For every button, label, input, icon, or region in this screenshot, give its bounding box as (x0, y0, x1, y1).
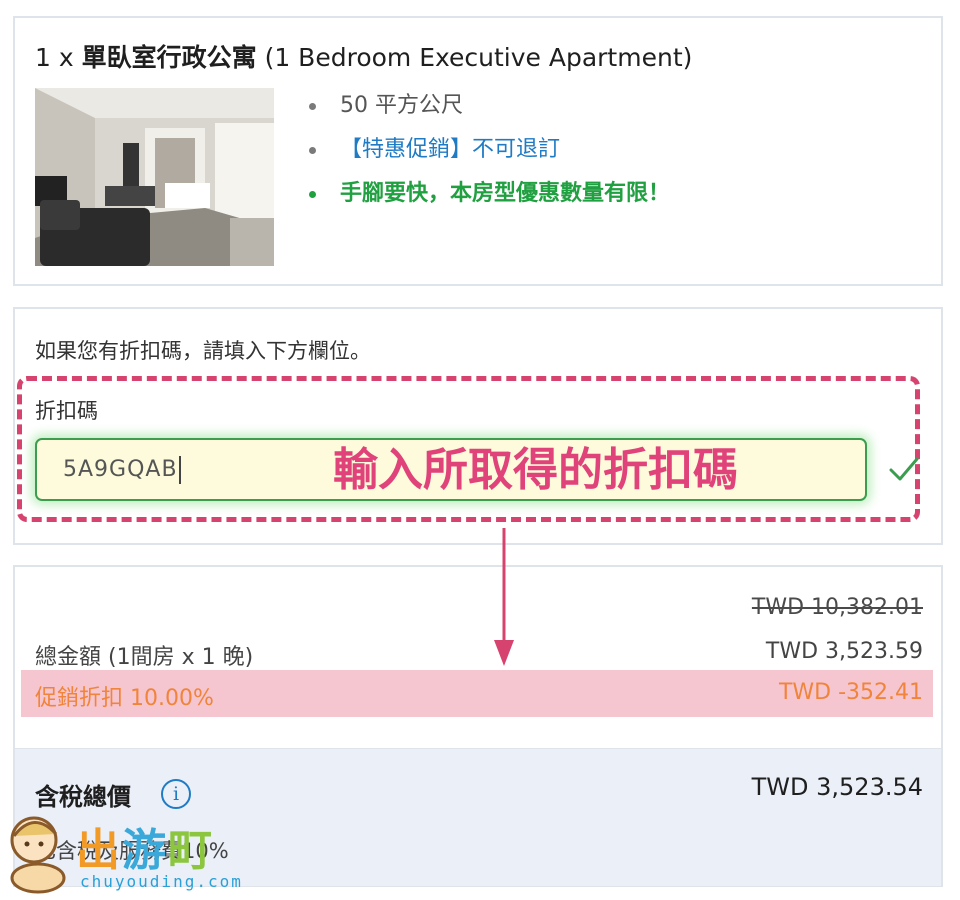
total-label: 總金額 (1間房 x 1 晚) (35, 645, 254, 670)
original-price: TWD 10,382.01 (751, 595, 923, 620)
room-title: 1 x 單臥室行政公寓 (1 Bedroom Executive Apartme… (35, 38, 692, 74)
room-name-zh: 單臥室行政公寓 (81, 43, 257, 72)
feature-urgent: 手腳要快，本房型優惠數量有限！ (305, 176, 670, 220)
total-value: TWD 3,523.59 (765, 639, 923, 664)
grand-total-label: 含稅總價 (35, 783, 131, 811)
room-features: 50 平方公尺 【特惠促銷】不可退訂 手腳要快，本房型優惠數量有限！ (305, 88, 670, 220)
discount-code-input[interactable]: 5A9GQAB 輸入所取得的折扣碼 (35, 438, 867, 501)
grand-total-value: TWD 3,523.54 (751, 773, 923, 801)
promo-discount-label: 促銷折扣 10.00% (35, 686, 214, 711)
watermark-logo: 出游町 chuyouding.com (4, 810, 244, 896)
discount-code-value[interactable]: 5A9GQAB (63, 456, 181, 484)
mascot-icon (10, 816, 66, 894)
feature-promo-text[interactable]: 【特惠促銷】不可退訂 (340, 137, 560, 162)
check-icon (889, 457, 919, 481)
room-name-en: (1 Bedroom Executive Apartment) (264, 43, 693, 72)
promo-discount-value: TWD -352.41 (778, 680, 923, 705)
annotation-text: 輸入所取得的折扣碼 (333, 443, 739, 496)
discount-intro: 如果您有折扣碼，請填入下方欄位。 (35, 339, 371, 363)
feature-urgent-text: 手腳要快，本房型優惠數量有限！ (340, 181, 671, 206)
annotation-arrow-icon (494, 528, 514, 666)
watermark-site: chuyouding.com (80, 872, 243, 891)
room-card: 1 x 單臥室行政公寓 (1 Bedroom Executive Apartme… (13, 16, 943, 286)
bullet-dot-icon (309, 147, 316, 154)
price-summary: TWD 10,382.01 總金額 (1間房 x 1 晚) TWD 3,523.… (15, 567, 941, 748)
feature-size: 50 平方公尺 (305, 88, 670, 132)
brand-char-1: 出 (76, 825, 122, 876)
feature-promo: 【特惠促銷】不可退訂 (305, 132, 670, 176)
promo-discount-row: 促銷折扣 10.00% TWD -352.41 (21, 670, 933, 717)
room-photo[interactable] (35, 88, 274, 266)
discount-code-label: 折扣碼 (35, 399, 98, 423)
room-quantity: 1 x (35, 43, 74, 72)
feature-size-text: 50 平方公尺 (340, 93, 463, 118)
discount-card: 如果您有折扣碼，請填入下方欄位。 折扣碼 5A9GQAB 輸入所取得的折扣碼 (13, 307, 943, 545)
bullet-dot-icon (309, 191, 316, 198)
info-icon[interactable]: i (161, 779, 191, 809)
watermark-brand: 出游町 (76, 814, 214, 878)
bullet-dot-icon (309, 103, 316, 110)
brand-char-2: 游 (122, 825, 168, 876)
brand-char-3: 町 (168, 825, 214, 876)
